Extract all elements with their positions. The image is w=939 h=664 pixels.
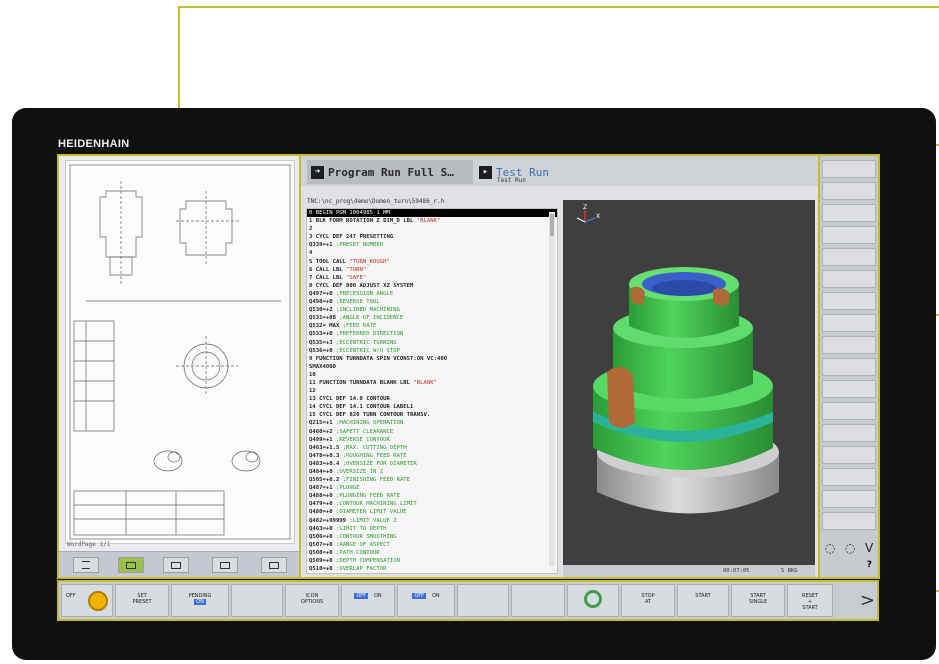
drawing-viewer-frame xyxy=(57,154,301,579)
vertical-softkey-frame xyxy=(818,154,880,579)
horizontal-softkey-frame xyxy=(57,580,879,621)
brand-logo: HEIDENHAIN xyxy=(58,138,130,150)
program-run-frame xyxy=(299,154,820,579)
callout-line-top xyxy=(178,6,939,8)
